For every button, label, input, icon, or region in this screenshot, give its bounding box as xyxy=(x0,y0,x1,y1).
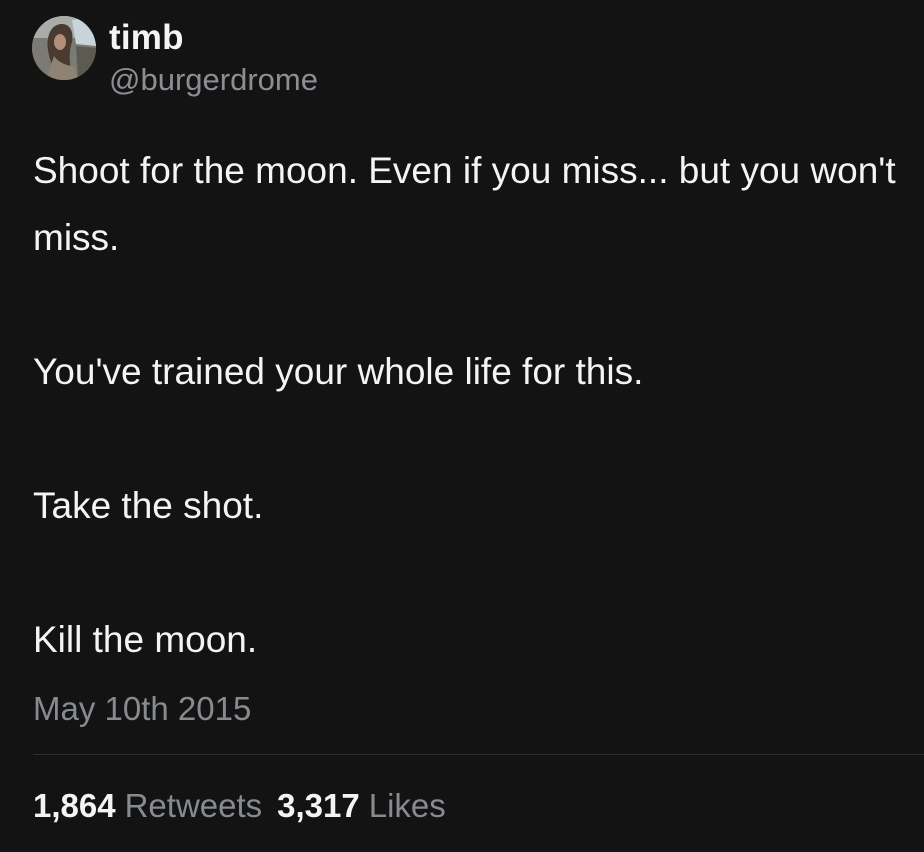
retweets-label: Retweets xyxy=(124,787,263,824)
tweet-card: timb @burgerdrome Shoot for the moon. Ev… xyxy=(0,0,924,852)
likes-stat[interactable]: 3,317 Likes xyxy=(277,784,446,828)
divider xyxy=(33,754,924,755)
retweets-count: 1,864 xyxy=(33,787,116,824)
tweet-timestamp[interactable]: May 10th 2015 xyxy=(33,687,251,731)
likes-label: Likes xyxy=(368,787,446,824)
tweet-text: Shoot for the moon. Even if you miss... … xyxy=(33,137,903,673)
user-handle[interactable]: @burgerdrome xyxy=(109,61,318,99)
retweets-stat[interactable]: 1,864 Retweets xyxy=(33,784,262,828)
display-name[interactable]: timb xyxy=(109,16,318,60)
tweet-paragraph: Shoot for the moon. Even if you miss... … xyxy=(33,150,896,258)
tweet-author[interactable]: timb @burgerdrome xyxy=(32,16,318,99)
tweet-paragraph: You've trained your whole life for this. xyxy=(33,351,644,392)
tweet-stats: 1,864 Retweets 3,317 Likes xyxy=(33,784,446,828)
author-names: timb @burgerdrome xyxy=(109,16,318,99)
profile-photo-icon xyxy=(32,16,96,80)
tweet-paragraph: Kill the moon. xyxy=(33,619,258,660)
tweet-paragraph: Take the shot. xyxy=(33,485,264,526)
avatar[interactable] xyxy=(32,16,96,80)
likes-count: 3,317 xyxy=(277,787,360,824)
